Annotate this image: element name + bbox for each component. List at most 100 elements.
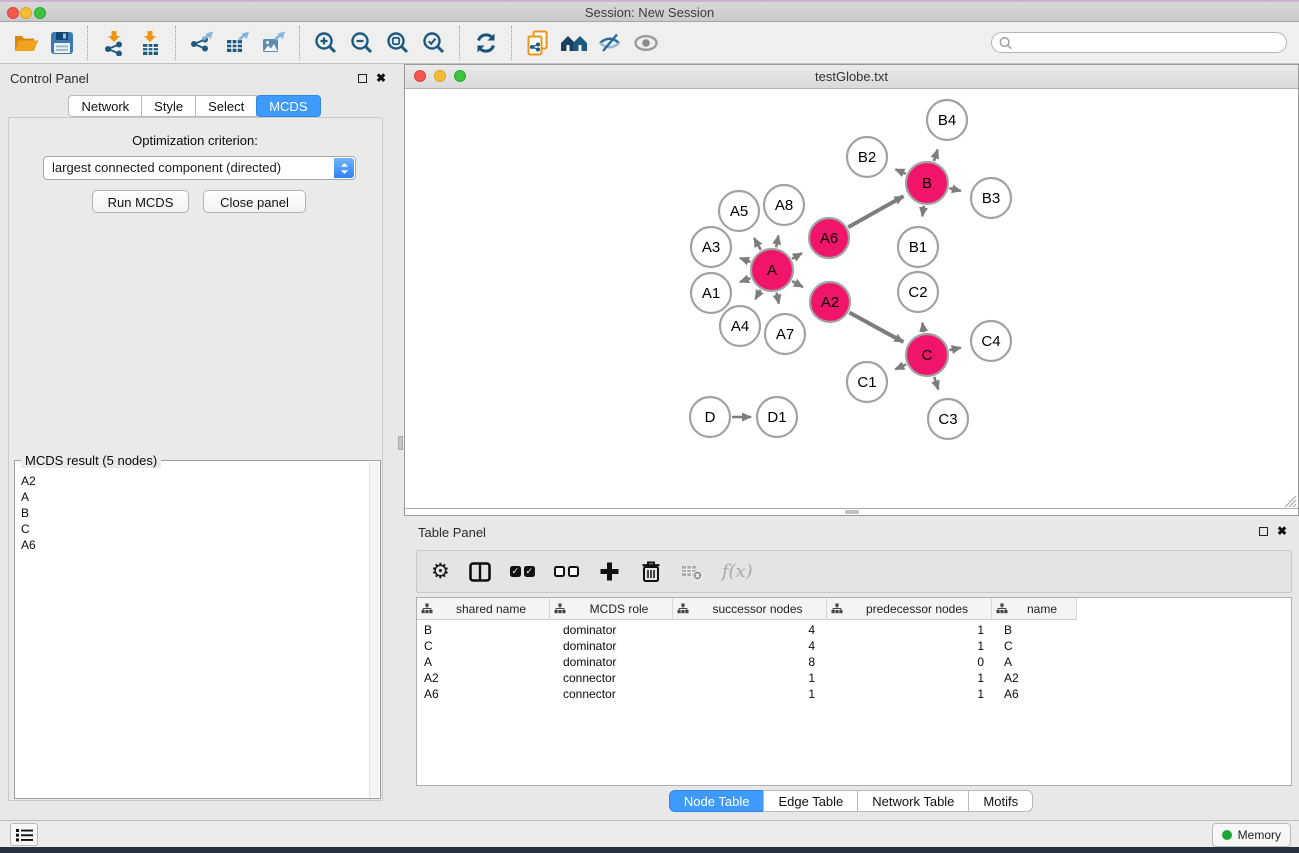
tab-edge-table[interactable]: Edge Table	[763, 790, 858, 812]
cell-successor-nodes[interactable]: 1	[673, 670, 827, 686]
edge-A-A6[interactable]	[792, 253, 802, 259]
edge-C-C4[interactable]	[949, 348, 960, 350]
cell-shared-name[interactable]: A	[417, 654, 550, 670]
export-network-button[interactable]	[184, 25, 220, 61]
edge-C-C2[interactable]	[922, 323, 923, 333]
zoom-selected-button[interactable]	[416, 25, 452, 61]
cell-name[interactable]: A2	[992, 670, 1077, 686]
first-neighbors-button[interactable]	[556, 25, 592, 61]
cell-mcds-role[interactable]: connector	[550, 670, 673, 686]
new-network-from-selection-button[interactable]	[520, 25, 556, 61]
network-hscrollbar-thumb[interactable]	[845, 510, 859, 514]
cell-mcds-role[interactable]: dominator	[550, 638, 673, 654]
tab-style[interactable]: Style	[141, 95, 196, 117]
show-all-button[interactable]	[628, 25, 664, 61]
cell-successor-nodes[interactable]: 8	[673, 654, 827, 670]
close-panel-button[interactable]: Close panel	[203, 190, 306, 213]
cell-predecessor-nodes[interactable]: 1	[827, 670, 992, 686]
graph-node-A7[interactable]: A7	[765, 314, 805, 354]
edge-A2-C[interactable]	[849, 313, 903, 343]
tab-motifs[interactable]: Motifs	[968, 790, 1033, 812]
refresh-view-button[interactable]	[468, 25, 504, 61]
edge-B-B2[interactable]	[895, 169, 905, 174]
cell-shared-name[interactable]: A6	[417, 686, 550, 702]
table-row-a2[interactable]: A2connector11A2	[417, 670, 1291, 686]
cell-name[interactable]: A	[992, 654, 1077, 670]
graph-node-A6[interactable]: A6	[809, 218, 849, 258]
result-item-a6[interactable]: A6	[21, 537, 351, 553]
graph-node-A1[interactable]: A1	[691, 273, 731, 313]
edge-A-A1[interactable]	[740, 278, 750, 282]
table-row-c[interactable]: Cdominator41C	[417, 638, 1291, 654]
zoom-in-button[interactable]	[308, 25, 344, 61]
edge-A-A8[interactable]	[776, 235, 778, 247]
cell-shared-name[interactable]: B	[417, 622, 550, 638]
network-hscrollbar[interactable]	[405, 508, 1298, 515]
zoom-out-button[interactable]	[344, 25, 380, 61]
column-header-name[interactable]: name	[992, 598, 1077, 620]
cell-predecessor-nodes[interactable]: 1	[827, 638, 992, 654]
optimization-criterion-dropdown[interactable]: largest connected component (directed)	[43, 156, 356, 180]
tab-select[interactable]: Select	[195, 95, 257, 117]
edge-A-A4[interactable]	[755, 290, 760, 299]
edge-A-A3[interactable]	[740, 258, 750, 262]
import-network-button[interactable]	[96, 25, 132, 61]
network-vscrollbar-thumb[interactable]	[398, 436, 403, 450]
export-table-button[interactable]	[220, 25, 256, 61]
cell-shared-name[interactable]: C	[417, 638, 550, 654]
resize-grip-icon[interactable]	[1284, 495, 1297, 508]
cell-predecessor-nodes[interactable]: 0	[827, 654, 992, 670]
column-header-mcds-role[interactable]: MCDS role	[550, 598, 673, 620]
edge-C-C3[interactable]	[934, 377, 938, 390]
result-item-b[interactable]: B	[21, 505, 351, 521]
save-session-button[interactable]	[44, 25, 80, 61]
edge-B-B1[interactable]	[922, 206, 923, 217]
control-panel-close-button[interactable]: ✖	[376, 72, 386, 84]
cell-mcds-role[interactable]: connector	[550, 686, 673, 702]
graph-node-A2[interactable]: A2	[810, 282, 850, 322]
graph-node-A4[interactable]: A4	[720, 306, 760, 346]
column-header-predecessor-nodes[interactable]: predecessor nodes	[827, 598, 992, 620]
graph-node-C1[interactable]: C1	[847, 362, 887, 402]
graph-node-A3[interactable]: A3	[691, 227, 731, 267]
edge-A6-B[interactable]	[848, 196, 903, 227]
cell-predecessor-nodes[interactable]: 1	[827, 686, 992, 702]
cell-successor-nodes[interactable]: 1	[673, 686, 827, 702]
memory-button[interactable]: Memory	[1212, 823, 1291, 847]
edge-C-C1[interactable]	[895, 364, 906, 369]
graph-node-B4[interactable]: B4	[927, 100, 967, 140]
graph-node-B3[interactable]: B3	[971, 178, 1011, 218]
hide-selected-button[interactable]	[592, 25, 628, 61]
cell-mcds-role[interactable]: dominator	[550, 622, 673, 638]
search-input[interactable]	[991, 32, 1287, 53]
column-visibility-button[interactable]	[469, 557, 491, 587]
graph-node-B[interactable]: B	[906, 162, 948, 204]
import-table-button[interactable]	[132, 25, 168, 61]
column-header-successor-nodes[interactable]: successor nodes	[673, 598, 827, 620]
result-item-a[interactable]: A	[21, 489, 351, 505]
edge-A-A5[interactable]	[754, 238, 761, 250]
table-settings-button[interactable]: ⚙	[431, 557, 450, 587]
table-row-a[interactable]: Adominator80A	[417, 654, 1291, 670]
graph-node-A[interactable]: A	[751, 249, 793, 291]
table-panel-float-button[interactable]	[1259, 527, 1268, 536]
network-graph-canvas[interactable]: AA1A2A3A4A5A6A7A8BB1B2B3B4CC1C2C3C4DD1	[405, 88, 1298, 509]
result-item-a2[interactable]: A2	[21, 473, 351, 489]
export-image-button[interactable]	[256, 25, 292, 61]
tab-node-table[interactable]: Node Table	[669, 790, 765, 812]
result-item-c[interactable]: C	[21, 521, 351, 537]
graph-node-C3[interactable]: C3	[928, 399, 968, 439]
deselect-all-rows-button[interactable]	[554, 557, 579, 587]
cell-successor-nodes[interactable]: 4	[673, 622, 827, 638]
edge-A-A2[interactable]	[792, 281, 803, 287]
cell-mcds-role[interactable]: dominator	[550, 654, 673, 670]
tab-mcds[interactable]: MCDS	[256, 95, 320, 117]
graph-node-B1[interactable]: B1	[898, 227, 938, 267]
graph-node-C2[interactable]: C2	[898, 272, 938, 312]
control-panel-float-button[interactable]	[358, 74, 367, 83]
open-session-button[interactable]	[8, 25, 44, 61]
cell-name[interactable]: B	[992, 622, 1077, 638]
graph-node-A8[interactable]: A8	[764, 185, 804, 225]
result-scrollbar[interactable]	[369, 462, 379, 797]
run-mcds-button[interactable]: Run MCDS	[92, 190, 189, 213]
